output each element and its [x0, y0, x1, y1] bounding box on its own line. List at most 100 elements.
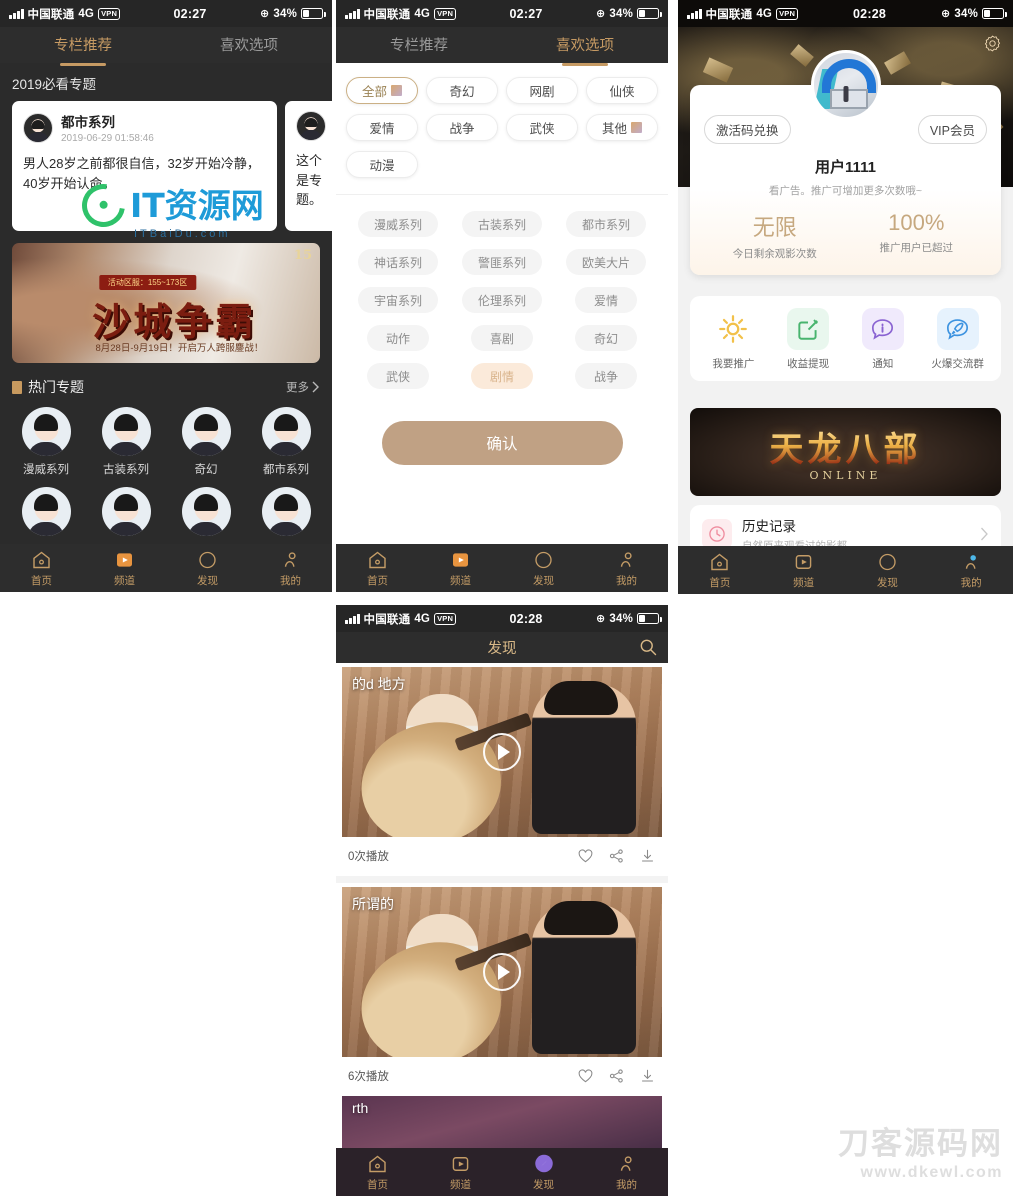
home-icon	[0, 549, 83, 571]
nav-label: 频道	[793, 576, 815, 589]
avatar	[101, 407, 151, 456]
grid-item[interactable]	[246, 487, 326, 536]
share-icon[interactable]	[608, 848, 625, 864]
grid-item[interactable]: 古装系列	[86, 407, 166, 477]
download-icon[interactable]	[639, 848, 656, 864]
chip2-romance[interactable]: 爱情	[575, 287, 637, 313]
page-title-bar: 发现	[336, 632, 668, 663]
nav-item-profile[interactable]: 我的	[585, 549, 668, 588]
rocket-icon	[936, 308, 979, 350]
divider	[336, 876, 668, 883]
chip2-comedy[interactable]: 喜剧	[471, 325, 533, 351]
tab-label: 专栏推荐	[54, 37, 112, 54]
chip-other[interactable]: 其他	[586, 114, 658, 141]
avatar[interactable]	[810, 50, 881, 120]
video-thumbnail[interactable]: 所谓的	[342, 887, 662, 1057]
grid-item[interactable]	[86, 487, 166, 536]
nav-item-discover[interactable]: 发现	[502, 1153, 585, 1192]
video-card[interactable]: 所谓的 6次播放	[336, 887, 668, 1096]
discover-icon	[502, 1153, 585, 1175]
location-icon: ⊕	[940, 8, 951, 20]
search-icon[interactable]	[638, 637, 658, 657]
nav-item-home[interactable]: 首页	[336, 1153, 419, 1192]
confirm-button[interactable]: 确认	[381, 421, 623, 465]
heart-icon[interactable]	[577, 1068, 594, 1084]
nav-item-home[interactable]: 首页	[678, 551, 762, 590]
nav-item-discover[interactable]: 发现	[846, 551, 930, 590]
chip-anime[interactable]: 动漫	[346, 151, 418, 178]
chip-fantasy[interactable]: 奇幻	[426, 77, 498, 104]
game-ad-banner[interactable]: 天龙八部 ONLINE	[690, 408, 1001, 496]
grid-item[interactable]	[6, 487, 86, 536]
nav-item-profile[interactable]: 我的	[249, 549, 332, 588]
nav-item-profile[interactable]: 我的	[585, 1153, 668, 1192]
chip-romance[interactable]: 爱情	[346, 114, 418, 141]
tab-favorite-options[interactable]: 喜欢选项	[166, 34, 332, 57]
redeem-code-button[interactable]: 激活码兑换	[704, 115, 791, 144]
more-button[interactable]: 更多	[286, 379, 320, 395]
grid-item[interactable]: 都市系列	[246, 407, 326, 477]
chip-xianxia[interactable]: 仙侠	[586, 77, 658, 104]
chip2-fantasy[interactable]: 奇幻	[575, 325, 637, 351]
nav-item-discover[interactable]: 发现	[166, 549, 249, 588]
profile-icon	[929, 551, 1013, 573]
topic-card[interactable]: 这个是专题。	[285, 101, 332, 231]
nav-label: 发现	[533, 574, 554, 587]
tab-column-recommend[interactable]: 专栏推荐	[0, 34, 166, 66]
chip-war[interactable]: 战争	[426, 114, 498, 141]
nav-item-home[interactable]: 首页	[336, 549, 419, 588]
chip2-myth[interactable]: 神话系列	[357, 249, 438, 275]
chip2-wuxia[interactable]: 武侠	[367, 363, 429, 389]
chip2-costume[interactable]: 古装系列	[461, 211, 542, 237]
topic-card[interactable]: 都市系列 2019-06-29 01:58:46 男人28岁之前都很自信，32岁…	[12, 101, 277, 231]
play-button-icon[interactable]	[483, 733, 521, 771]
nav-item-channel[interactable]: 频道	[419, 1153, 502, 1192]
thumb-person	[532, 681, 637, 834]
nav-item-home[interactable]: 首页	[0, 549, 83, 588]
chip-wuxia[interactable]: 武侠	[506, 114, 578, 141]
tab-favorite-options[interactable]: 喜欢选项	[502, 34, 668, 66]
quick-action-community[interactable]: 火爆交流群	[920, 308, 995, 371]
chip2-crime[interactable]: 警匪系列	[461, 249, 542, 275]
grid-item[interactable]: 漫威系列	[6, 407, 86, 477]
watermark-name: 刀客源码网	[838, 1126, 1003, 1162]
share-icon[interactable]	[608, 1068, 625, 1084]
quick-action-promote[interactable]: 我要推广	[696, 308, 771, 371]
game-ad-banner[interactable]: 15 活动区服：155~173区 沙城争霸 8月28日-9月19日！开启万人跨服…	[12, 243, 320, 363]
video-meta: 6次播放	[336, 1057, 668, 1096]
chip2-marvel[interactable]: 漫威系列	[357, 211, 438, 237]
download-icon[interactable]	[639, 1068, 656, 1084]
signal-icon	[345, 613, 360, 624]
quick-action-notification[interactable]: 通知	[846, 308, 921, 371]
chip2-urban[interactable]: 都市系列	[565, 211, 646, 237]
nav-item-discover[interactable]: 发现	[502, 549, 585, 588]
thumb-person	[532, 901, 637, 1054]
grid-item-label: 奇幻	[194, 464, 218, 476]
chip-all[interactable]: 全部	[346, 77, 418, 104]
chip2-drama[interactable]: 剧情	[471, 363, 533, 389]
nav-item-profile[interactable]: 我的	[929, 551, 1013, 590]
chip-webdrama[interactable]: 网剧	[506, 77, 578, 104]
nav-label: 首页	[367, 574, 388, 587]
grid-item[interactable]: 奇幻	[166, 407, 246, 477]
nav-item-channel[interactable]: 频道	[83, 549, 166, 588]
chip2-action[interactable]: 动作	[367, 325, 429, 351]
vip-member-button[interactable]: VIP会员	[917, 115, 987, 144]
play-button-icon[interactable]	[483, 953, 521, 991]
gear-icon[interactable]	[983, 34, 1002, 53]
grid-item[interactable]	[166, 487, 246, 536]
avatar	[296, 111, 326, 141]
video-thumbnail[interactable]: 的d 地方	[342, 667, 662, 837]
quick-action-withdraw[interactable]: 收益提现	[771, 308, 846, 371]
tab-column-recommend[interactable]: 专栏推荐	[336, 34, 502, 57]
decor-shard	[790, 44, 814, 68]
heart-icon[interactable]	[577, 848, 594, 864]
video-card[interactable]: 的d 地方 0次播放	[336, 667, 668, 876]
nav-label: 我的	[616, 574, 637, 587]
nav-item-channel[interactable]: 频道	[419, 549, 502, 588]
chip2-space[interactable]: 宇宙系列	[357, 287, 438, 313]
chip2-western[interactable]: 欧美大片	[565, 249, 646, 275]
chip2-ethics[interactable]: 伦理系列	[461, 287, 542, 313]
chip2-war[interactable]: 战争	[575, 363, 637, 389]
nav-item-channel[interactable]: 频道	[762, 551, 846, 590]
